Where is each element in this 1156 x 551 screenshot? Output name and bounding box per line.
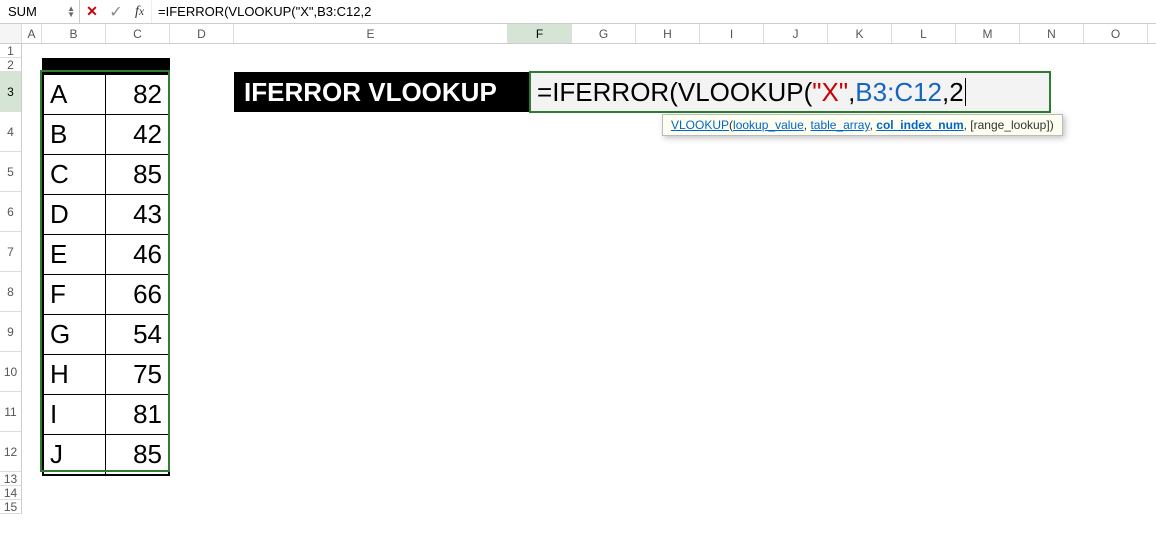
- row-headers: 1 2 3 4 5 6 7 8 9 10 11 12 13 14 15: [0, 44, 22, 514]
- formula-tooltip[interactable]: VLOOKUP(lookup_value, table_array, col_i…: [662, 114, 1063, 136]
- row-head-7[interactable]: 7: [0, 232, 22, 272]
- row-head-13[interactable]: 13: [0, 472, 22, 486]
- col-head-J[interactable]: J: [764, 24, 828, 43]
- column-headers: A B C D E F G H I J K L M N O: [0, 24, 1156, 44]
- row-head-15[interactable]: 15: [0, 500, 22, 514]
- active-formula-cell[interactable]: =IFERROR(VLOOKUP("X",B3:C12,2: [530, 72, 1050, 112]
- formula-eq: =: [537, 77, 552, 108]
- table-row: H 75: [44, 354, 168, 394]
- row-head-10[interactable]: 10: [0, 352, 22, 392]
- col-head-O[interactable]: O: [1084, 24, 1148, 43]
- tooltip-arg-range-lookup: [range_lookup]: [970, 118, 1049, 132]
- tooltip-arg-table-array[interactable]: table_array: [810, 118, 869, 132]
- cell-key[interactable]: C: [44, 154, 106, 194]
- cell-val[interactable]: 85: [106, 154, 168, 194]
- formula-ref: B3:C12: [855, 77, 942, 108]
- spinner-down-icon[interactable]: ▼: [67, 12, 75, 18]
- table-row: I 81: [44, 394, 168, 434]
- formula-paren: (: [804, 77, 813, 108]
- data-table: A 82 B 42 C 85 D 43 E 46 F 66: [42, 58, 170, 476]
- cell-val[interactable]: 42: [106, 114, 168, 154]
- cell-val[interactable]: 82: [106, 74, 168, 114]
- cell-key[interactable]: B: [44, 114, 106, 154]
- row-head-9[interactable]: 9: [0, 312, 22, 352]
- name-box-text: SUM: [8, 4, 37, 19]
- table-row: B 42: [44, 114, 168, 154]
- cell-val[interactable]: 81: [106, 394, 168, 434]
- table-row: D 43: [44, 194, 168, 234]
- table-row: F 66: [44, 274, 168, 314]
- row-head-8[interactable]: 8: [0, 272, 22, 312]
- col-head-K[interactable]: K: [828, 24, 892, 43]
- col-head-L[interactable]: L: [892, 24, 956, 43]
- row-head-11[interactable]: 11: [0, 392, 22, 432]
- row-head-6[interactable]: 6: [0, 192, 22, 232]
- cell-key[interactable]: F: [44, 274, 106, 314]
- col-head-I[interactable]: I: [700, 24, 764, 43]
- tooltip-arg-lookup-value[interactable]: lookup_value: [733, 118, 804, 132]
- cell-val[interactable]: 54: [106, 314, 168, 354]
- table-row: A 82: [44, 74, 168, 114]
- cell-val[interactable]: 43: [106, 194, 168, 234]
- table-row: J 85: [44, 434, 168, 474]
- row-head-1[interactable]: 1: [0, 44, 22, 58]
- formula-paren: (: [669, 77, 678, 108]
- tooltip-paren: ): [1050, 118, 1054, 132]
- col-head-E[interactable]: E: [234, 24, 508, 43]
- cancel-icon[interactable]: ✕: [80, 0, 104, 23]
- table-row: G 54: [44, 314, 168, 354]
- cell-key[interactable]: D: [44, 194, 106, 234]
- row-head-3[interactable]: 3: [0, 72, 22, 112]
- formula-comma: ,: [942, 77, 949, 108]
- cell-key[interactable]: E: [44, 234, 106, 274]
- cell-val[interactable]: 66: [106, 274, 168, 314]
- row-head-5[interactable]: 5: [0, 152, 22, 192]
- cell-val[interactable]: 85: [106, 434, 168, 474]
- cell-key[interactable]: A: [44, 74, 106, 114]
- col-head-D[interactable]: D: [170, 24, 234, 43]
- label-cell[interactable]: IFERROR VLOOKUP: [234, 72, 530, 112]
- row-head-2[interactable]: 2: [0, 58, 22, 72]
- col-head-A[interactable]: A: [22, 24, 42, 43]
- cell-key[interactable]: J: [44, 434, 106, 474]
- tooltip-arg-col-index[interactable]: col_index_num: [876, 118, 963, 132]
- cell-key[interactable]: G: [44, 314, 106, 354]
- row-head-14[interactable]: 14: [0, 486, 22, 500]
- select-all-corner[interactable]: [0, 24, 22, 43]
- col-head-H[interactable]: H: [636, 24, 700, 43]
- table-row: C 85: [44, 154, 168, 194]
- formula-comma: ,: [848, 77, 855, 108]
- cells-area[interactable]: A 82 B 42 C 85 D 43 E 46 F 66: [22, 44, 1156, 514]
- col-head-B[interactable]: B: [42, 24, 106, 43]
- formula-number: 2: [949, 77, 963, 108]
- accept-icon[interactable]: ✓: [104, 0, 128, 23]
- cell-key[interactable]: I: [44, 394, 106, 434]
- row-head-4[interactable]: 4: [0, 112, 22, 152]
- fx-icon[interactable]: fx: [128, 0, 152, 23]
- data-table-header: [44, 60, 168, 74]
- row-head-12[interactable]: 12: [0, 432, 22, 472]
- tooltip-fn[interactable]: VLOOKUP: [671, 118, 729, 132]
- formula-bar: SUM ▲ ▼ ✕ ✓ fx =IFERROR(VLOOKUP("X",B3:C…: [0, 0, 1156, 24]
- col-head-F[interactable]: F: [508, 24, 572, 43]
- name-box-spinner[interactable]: ▲ ▼: [67, 6, 75, 18]
- cell-key[interactable]: H: [44, 354, 106, 394]
- formula-bar-input[interactable]: =IFERROR(VLOOKUP("X",B3:C12,2: [152, 4, 1156, 19]
- formula-fn-vlookup: VLOOKUP: [678, 77, 804, 108]
- col-head-G[interactable]: G: [572, 24, 636, 43]
- formula-string: "X": [812, 77, 848, 108]
- text-cursor: [965, 78, 966, 106]
- name-box[interactable]: SUM ▲ ▼: [0, 0, 80, 23]
- table-row: E 46: [44, 234, 168, 274]
- grid: 1 2 3 4 5 6 7 8 9 10 11 12 13 14 15 A 82…: [0, 44, 1156, 514]
- col-head-M[interactable]: M: [956, 24, 1020, 43]
- cell-val[interactable]: 75: [106, 354, 168, 394]
- cell-val[interactable]: 46: [106, 234, 168, 274]
- col-head-C[interactable]: C: [106, 24, 170, 43]
- col-head-N[interactable]: N: [1020, 24, 1084, 43]
- formula-fn-iferror: IFERROR: [552, 77, 669, 108]
